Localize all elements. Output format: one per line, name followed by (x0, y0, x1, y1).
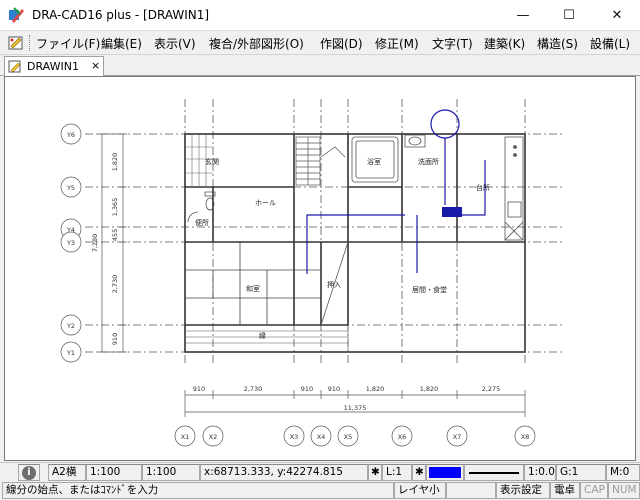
menu-text[interactable]: 文字(T) (432, 35, 473, 52)
tab-close-icon[interactable]: × (91, 59, 100, 72)
room-toilet: 便所 (195, 218, 209, 227)
color-star[interactable]: ✱ (412, 464, 426, 481)
status-bar-bottom: 線分の始点、またはｺﾏﾝﾄﾞを入力 レイヤ小 表示設定 電卓 CAP NUM (0, 481, 640, 500)
line-scale[interactable]: 1:0.01 (524, 464, 556, 481)
menu-bar: ファイル(F) 編集(E) 表示(V) 複合/外部図形(O) 作図(D) 修正(… (0, 31, 640, 55)
drawing-canvas[interactable]: 玄関 ホール 浴室 洗面所 台所 便所 和室 押入 居間・食堂 縁 1,820 … (4, 76, 636, 461)
info-icon: i (22, 466, 36, 480)
tatami-mats (185, 242, 321, 325)
room-kitchen: 台所 (476, 183, 490, 192)
left-dim-2: 1,365 (111, 198, 119, 217)
menu-composite[interactable]: 複合/外部図形(O) (209, 35, 304, 52)
bottom-dim-1: 910 (193, 385, 205, 393)
menu-equipment[interactable]: 設備(L) (590, 35, 630, 52)
line-type-sample (469, 472, 519, 474)
blue-cursor-box (442, 207, 462, 217)
engawa-deck (185, 325, 349, 352)
menu-structure[interactable]: 構造(S) (537, 35, 578, 52)
room-washroom: 洗面所 (418, 157, 439, 166)
blank-cell (446, 482, 496, 499)
axis-y1: Y1 (66, 349, 75, 357)
left-dim-4: 2,730 (111, 275, 119, 294)
toilet-fixture (187, 191, 216, 223)
bottom-dim-3: 910 (301, 385, 313, 393)
axis-x7: X7 (453, 433, 462, 441)
scale-1[interactable]: 1:100 (86, 464, 142, 481)
app-icon[interactable] (8, 7, 25, 24)
minimize-button[interactable]: — (500, 0, 546, 31)
staircase (295, 136, 346, 186)
left-dim-5: 910 (111, 333, 119, 345)
axis-x3: X3 (290, 433, 299, 441)
bottom-dim-7: 2,275 (482, 385, 501, 393)
color-swatch-cell[interactable] (426, 464, 464, 481)
axis-x8: X8 (521, 433, 530, 441)
layer-size-button[interactable]: レイヤ小 (394, 482, 446, 499)
axis-x2: X2 (209, 433, 218, 441)
bottom-dim-5: 1,820 (366, 385, 385, 393)
floor-plan-walls (184, 133, 526, 353)
menu-file[interactable]: ファイル(F) (36, 35, 100, 52)
axis-y6: Y6 (66, 131, 75, 139)
washbasin (404, 134, 426, 148)
command-prompt: 線分の始点、またはｺﾏﾝﾄﾞを入力 (2, 482, 394, 499)
status-bar-top: i A2横 1:100 1:100 x:68713.333, y:42274.8… (0, 462, 640, 481)
menu-grip[interactable] (29, 35, 31, 51)
bottom-dim-6: 1,820 (420, 385, 439, 393)
axis-x6: X6 (398, 433, 407, 441)
tab-drawin1[interactable]: DRAWIN1 × (4, 56, 104, 76)
title-bar: DRA-CAD16 plus - [DRAWIN1] — ☐ ✕ (0, 0, 640, 31)
caps-indicator: CAP (580, 482, 608, 499)
axis-y3: Y3 (66, 239, 75, 247)
menu-architecture[interactable]: 建築(K) (484, 35, 525, 52)
room-hall: ホール (255, 199, 276, 207)
menu-edit[interactable]: 編集(E) (101, 35, 142, 52)
room-living: 居間・食堂 (412, 285, 447, 294)
axis-y2: Y2 (66, 322, 75, 330)
axis-x1: X1 (181, 433, 190, 441)
axis-y5: Y5 (66, 184, 75, 192)
room-closet: 押入 (327, 280, 341, 289)
menu-modify[interactable]: 修正(M) (375, 35, 419, 52)
room-washitsu: 和室 (246, 284, 260, 293)
calculator-button[interactable]: 電卓 (550, 482, 580, 499)
left-dim-3: 455 (111, 229, 119, 241)
document-system-icon[interactable] (7, 34, 25, 52)
room-bath: 浴室 (367, 157, 381, 166)
color-swatch (429, 467, 461, 478)
mode-field[interactable]: M:0 (606, 464, 640, 481)
tab-label: DRAWIN1 (27, 60, 79, 73)
maximize-button[interactable]: ☐ (546, 0, 592, 31)
paper-size[interactable]: A2横 (48, 464, 86, 481)
menu-view[interactable]: 表示(V) (154, 35, 196, 52)
drawing-doc-icon (8, 60, 21, 73)
line-type-cell[interactable] (464, 464, 524, 481)
axis-x5: X5 (344, 433, 353, 441)
room-engawa: 縁 (259, 331, 266, 340)
close-button[interactable]: ✕ (594, 0, 640, 31)
horizontal-grid-lines (85, 133, 565, 353)
menu-draw[interactable]: 作図(D) (320, 35, 363, 52)
window-title: DRA-CAD16 plus - [DRAWIN1] (32, 8, 210, 22)
scale-2[interactable]: 1:100 (142, 464, 200, 481)
left-dim-1: 1,820 (111, 153, 119, 172)
bottom-dim-4: 910 (328, 385, 340, 393)
document-tab-bar: DRAWIN1 × (0, 55, 640, 76)
bottom-dim-2: 2,730 (244, 385, 263, 393)
room-genkan: 玄関 (205, 157, 219, 166)
display-settings-button[interactable]: 表示設定 (496, 482, 550, 499)
layer-field[interactable]: L:1 (382, 464, 412, 481)
group-field[interactable]: G:1 (556, 464, 606, 481)
info-button[interactable]: i (18, 464, 40, 481)
left-dim-total: 7,280 (91, 234, 99, 253)
layer-star[interactable]: ✱ (368, 464, 382, 481)
coordinates: x:68713.333, y:42274.815 (200, 464, 368, 481)
axis-x4: X4 (317, 433, 326, 441)
num-indicator: NUM (608, 482, 640, 499)
kitchen-counter (504, 136, 524, 241)
bottom-dim-total: 11,375 (344, 404, 367, 412)
